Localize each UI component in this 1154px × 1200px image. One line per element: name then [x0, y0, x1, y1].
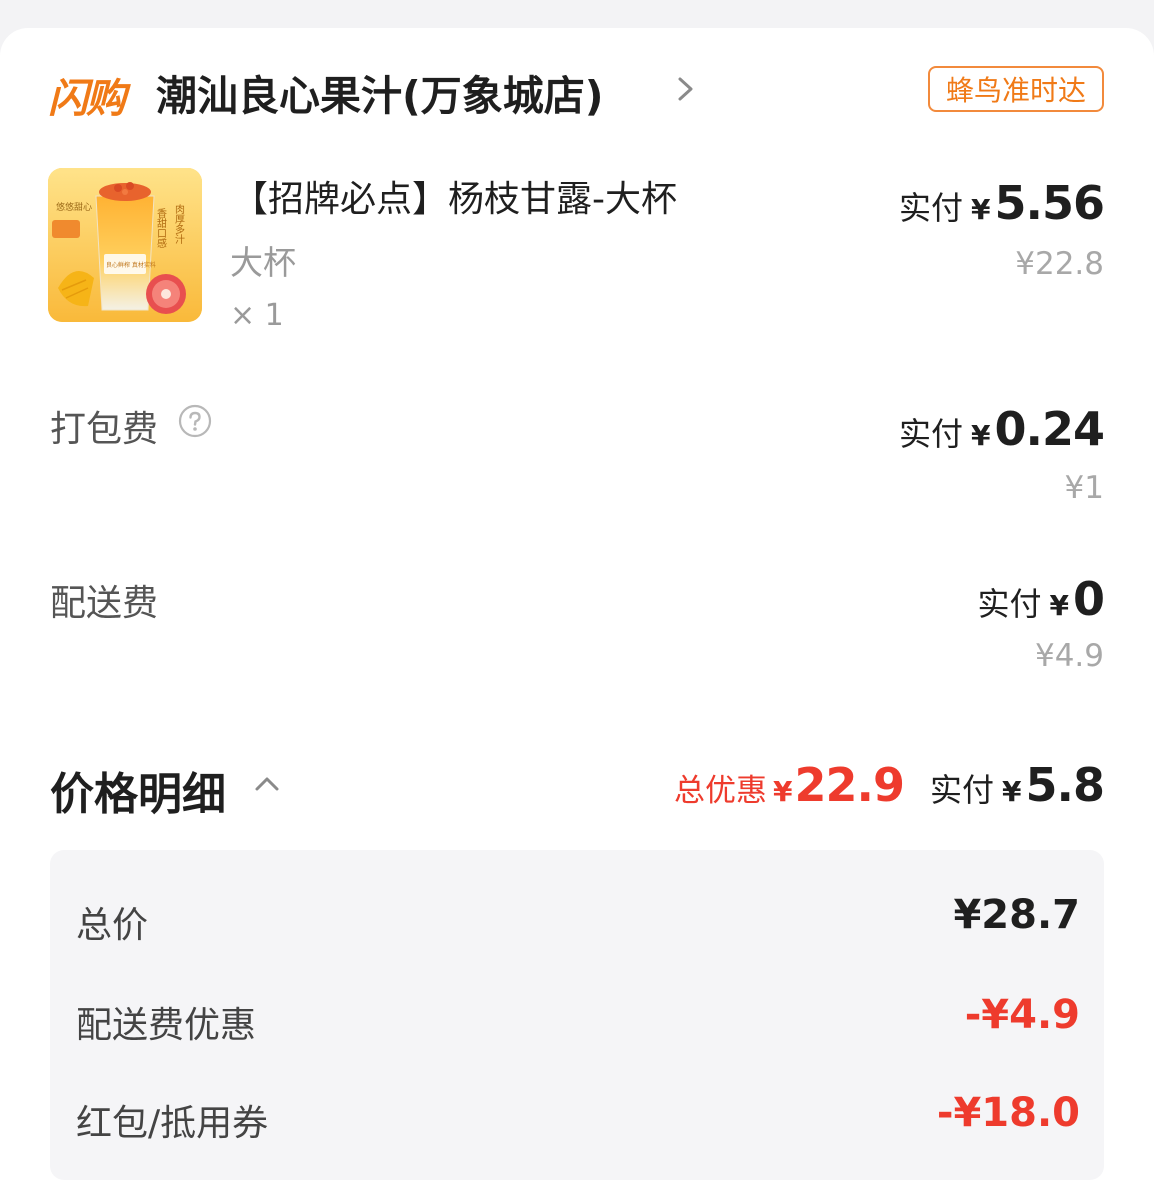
product-image[interactable]: 悠悠甜心 香甜口感 肉厚多汁 良心鲜榨 真材实料: [48, 168, 202, 322]
total-price-label: 总价: [76, 905, 149, 946]
product-original-price: ¥22.8: [1015, 246, 1104, 282]
delivery-badge: 蜂鸟准时达: [928, 66, 1104, 112]
delivery-discount-label: 配送费优惠: [76, 1005, 257, 1046]
currency-symbol: ¥: [971, 193, 991, 226]
total-paid-line: 实付 ¥ 5.8: [930, 758, 1105, 812]
packing-fee-paid-amount: 0.24: [994, 402, 1105, 456]
delivery-fee-paid-amount: 0: [1072, 572, 1105, 626]
total-discount-amount: 22.9: [794, 758, 905, 812]
product-quantity: × 1: [230, 298, 284, 333]
currency-symbol: ¥: [773, 775, 793, 808]
currency-symbol: ¥: [1049, 589, 1069, 622]
currency-symbol: ¥: [1002, 775, 1022, 808]
packing-fee-original-price: ¥1: [1064, 470, 1104, 506]
paid-label: 实付: [899, 415, 964, 453]
price-details-toggle[interactable]: 价格明细: [50, 758, 226, 822]
product-illustration: 悠悠甜心 香甜口感 肉厚多汁 良心鲜榨 真材实料: [48, 168, 202, 322]
total-paid-amount: 5.8: [1025, 758, 1105, 812]
product-spec: 大杯: [230, 243, 296, 282]
image-side-text: 香甜口感: [155, 208, 167, 248]
brand-logo: 闪购: [48, 76, 126, 122]
product-paid-line: 实付 ¥ 5.56: [899, 176, 1105, 230]
delivery-fee-paid-line: 实付 ¥ 0: [977, 572, 1105, 626]
total-price-value: ¥28.7: [953, 892, 1080, 938]
paid-label: 实付: [930, 771, 995, 809]
delivery-fee-label: 配送费: [50, 583, 159, 624]
help-icon[interactable]: [178, 404, 212, 438]
packing-fee-paid-line: 实付 ¥ 0.24: [899, 402, 1105, 456]
delivery-discount-value: -¥4.9: [964, 992, 1080, 1038]
packing-fee-label: 打包费: [50, 409, 159, 450]
chevron-right-icon[interactable]: [676, 76, 696, 102]
chevron-up-icon[interactable]: [254, 774, 280, 794]
store-name-link[interactable]: 潮汕良心果汁(万象城店): [156, 62, 603, 122]
coupon-label: 红包/抵用券: [76, 1103, 269, 1144]
total-discount-label: 总优惠: [674, 773, 768, 809]
currency-symbol: ¥: [971, 419, 991, 452]
image-side-text-2: 肉厚多汁: [173, 203, 185, 245]
product-paid-amount: 5.56: [994, 176, 1105, 230]
paid-label: 实付: [899, 189, 964, 227]
product-title[interactable]: 【招牌必点】杨枝甘露-大杯: [232, 170, 677, 222]
image-badge-text: 悠悠甜心: [56, 201, 92, 213]
total-discount: 总优惠 ¥ 22.9: [674, 758, 905, 812]
delivery-fee-original-price: ¥4.9: [1034, 638, 1104, 674]
paid-label: 实付: [977, 585, 1042, 623]
coupon-value: -¥18.0: [936, 1090, 1080, 1136]
image-cup-label: 良心鲜榨 真材实料: [106, 261, 156, 269]
